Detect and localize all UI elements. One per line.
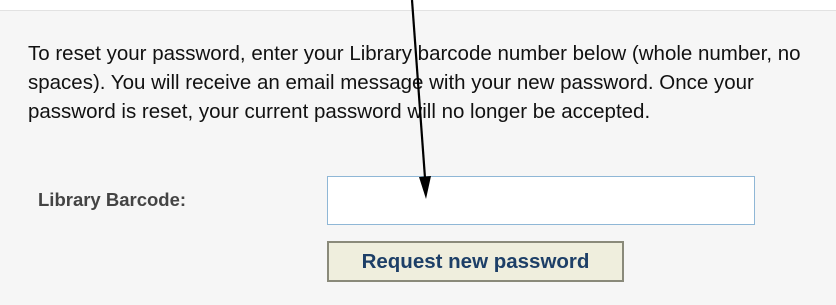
down-arrow-icon [410,0,431,199]
